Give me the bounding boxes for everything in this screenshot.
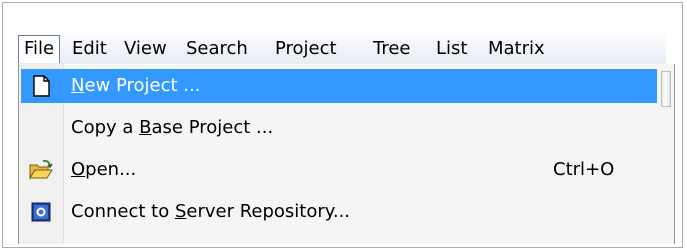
menu-item-new-project[interactable]: New Project ...	[21, 69, 671, 107]
menu-item-label: Copy a Base Project ...	[71, 117, 274, 138]
menu-item-copy-base-project[interactable]: Copy a Base Project ...	[21, 111, 657, 145]
menu-bar: File Edit View Search Project Tree List …	[18, 34, 666, 66]
menu-item-shortcut: Ctrl+O	[553, 159, 615, 180]
file-dropdown-menu: New Project ... Copy a Base Project ... …	[18, 64, 675, 244]
menu-edit[interactable]: Edit	[72, 35, 107, 62]
menu-search[interactable]: Search	[186, 35, 248, 62]
server-repository-icon	[31, 202, 51, 222]
menu-item-connect-server-repository[interactable]: Connect to Server Repository...	[21, 195, 657, 229]
menu-matrix[interactable]: Matrix	[488, 35, 545, 62]
menu-list[interactable]: List	[436, 35, 467, 62]
menu-view[interactable]: View	[124, 35, 167, 62]
menu-item-open[interactable]: Open... Ctrl+O	[21, 153, 657, 187]
menu-item-label: New Project ...	[71, 75, 201, 96]
open-folder-icon	[29, 160, 53, 180]
menu-project[interactable]: Project	[275, 35, 337, 62]
new-document-icon	[33, 75, 50, 97]
menu-item-label: Open...	[71, 159, 137, 180]
menu-item-label: Connect to Server Repository...	[71, 201, 351, 222]
scrollbar-edge	[661, 71, 671, 107]
menu-file[interactable]: File	[18, 35, 61, 63]
menu-tree[interactable]: Tree	[373, 35, 411, 62]
